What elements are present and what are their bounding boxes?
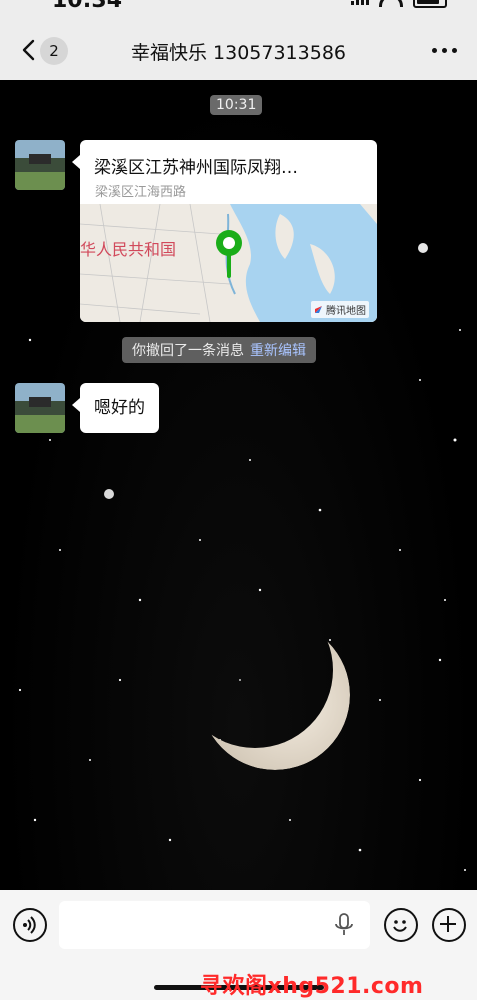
chat-header: 2 幸福快乐 13057313586: [0, 20, 477, 80]
crescent-moon-image: [200, 620, 350, 770]
recall-text: 你撤回了一条消息: [132, 343, 244, 359]
watermark-text: 寻欢阁xhg521.com: [200, 974, 424, 999]
message-input[interactable]: [59, 901, 370, 949]
plus-icon[interactable]: [432, 908, 466, 942]
microphone-icon[interactable]: [334, 913, 354, 937]
wifi-icon: [379, 0, 403, 7]
map-country-label: 华人民共和国: [80, 240, 177, 259]
bubble-tail: [72, 155, 80, 169]
location-address: 梁溪区江海西路: [95, 185, 187, 200]
battery-icon: [413, 0, 447, 8]
location-message-card[interactable]: 梁溪区江苏神州国际凤翔… 梁溪区江海西路 华人民共和国 腾讯地图: [80, 140, 377, 322]
chat-area[interactable]: 10:31 梁溪区江苏神州国际凤翔… 梁溪区江海西路 华人民共和国 腾讯地图 你…: [0, 80, 477, 890]
avatar[interactable]: [15, 383, 65, 433]
location-pin-icon: [216, 230, 242, 278]
status-icons: [351, 0, 447, 8]
recall-notice: 你撤回了一条消息 重新编辑: [122, 337, 316, 363]
more-dots-icon[interactable]: [432, 48, 457, 53]
location-title: 梁溪区江苏神州国际凤翔…: [94, 158, 298, 178]
map-credit: 腾讯地图: [311, 301, 369, 318]
emoji-icon[interactable]: [384, 908, 418, 942]
voice-mode-icon[interactable]: [13, 908, 47, 942]
message-timestamp: 10:31: [210, 95, 263, 115]
chat-title: 幸福快乐 13057313586: [130, 42, 346, 64]
re-edit-link[interactable]: 重新编辑: [250, 343, 306, 359]
map-credit-text: 腾讯地图: [326, 306, 366, 317]
tencent-map-logo-icon: [315, 306, 322, 313]
bubble-tail: [72, 398, 80, 412]
status-time: 10:34: [52, 0, 123, 13]
text-message-bubble[interactable]: 嗯好的: [80, 383, 159, 433]
signal-icon: [351, 0, 369, 5]
avatar[interactable]: [15, 140, 65, 190]
status-bar: 10:34: [0, 0, 477, 20]
map-thumbnail[interactable]: 华人民共和国 腾讯地图: [80, 204, 377, 322]
